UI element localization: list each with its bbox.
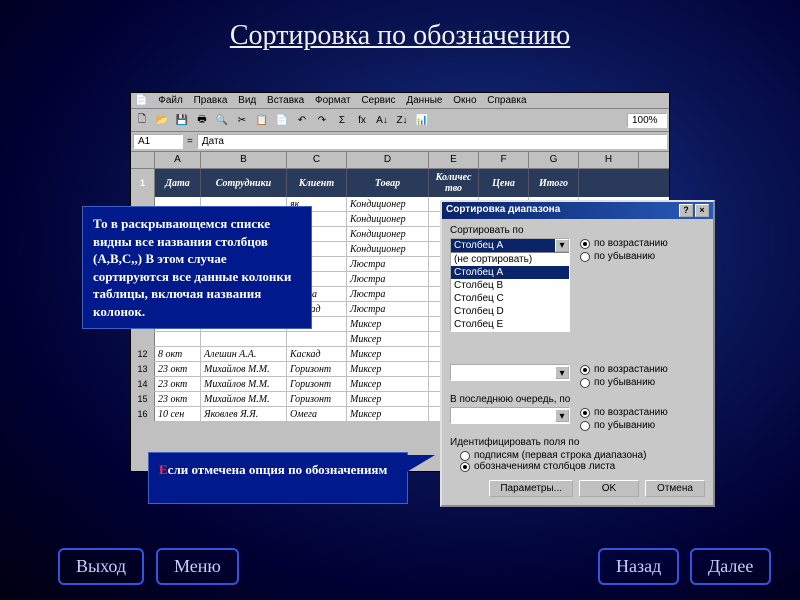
- table-header: Клиент: [287, 169, 347, 197]
- combo-option[interactable]: (не сортировать): [451, 253, 569, 266]
- sum-icon[interactable]: Σ: [333, 111, 351, 129]
- close-icon[interactable]: ×: [695, 204, 709, 217]
- chart-icon[interactable]: 📊: [413, 111, 431, 129]
- col-header[interactable]: E: [429, 152, 479, 168]
- cut-icon[interactable]: ✂: [233, 111, 251, 129]
- combo-option[interactable]: Столбец B: [451, 279, 569, 292]
- sort-by-label: Сортировать по: [450, 225, 705, 236]
- page-title: Сортировка по обозначению: [0, 0, 800, 62]
- zoom-input[interactable]: 100%: [627, 113, 667, 128]
- sort-asc-icon[interactable]: A↓: [373, 111, 391, 129]
- col-header[interactable]: H: [579, 152, 639, 168]
- chevron-down-icon[interactable]: ▾: [555, 366, 569, 379]
- table-header: Сотрудники: [201, 169, 287, 197]
- combo-option[interactable]: Столбец E: [451, 318, 569, 331]
- sort-dialog: Сортировка диапазона ? × Сортировать по …: [440, 200, 715, 507]
- ok-button[interactable]: OK: [579, 480, 639, 497]
- callout-option: Если отмечена опция по обозначениям: [148, 452, 408, 504]
- column-headers: ABCDEFGH: [131, 152, 669, 169]
- fx-icon[interactable]: fx: [353, 111, 371, 129]
- menubar[interactable]: 📄 Файл Правка Вид Вставка Формат Сервис …: [131, 93, 669, 109]
- sort1-desc[interactable]: по убыванию: [580, 251, 668, 262]
- col-header[interactable]: F: [479, 152, 529, 168]
- then-by-combo[interactable]: ▾: [450, 364, 570, 381]
- sort3-asc[interactable]: по возрастанию: [580, 407, 668, 418]
- preview-icon[interactable]: 🔍: [213, 111, 231, 129]
- table-header: Дата: [155, 169, 201, 197]
- paste-icon[interactable]: 📄: [273, 111, 291, 129]
- print-icon[interactable]: 🖶: [193, 111, 211, 129]
- toolbar[interactable]: 🗋 📂 💾 🖶 🔍 ✂ 📋 📄 ↶ ↷ Σ fx A↓ Z↓ 📊 100%: [131, 109, 669, 132]
- combo-option[interactable]: Столбец D: [451, 305, 569, 318]
- col-header[interactable]: G: [529, 152, 579, 168]
- callout-columns: То в раскрывающемся списке видны все наз…: [82, 206, 312, 329]
- cancel-button[interactable]: Отмена: [645, 480, 705, 497]
- new-icon[interactable]: 🗋: [133, 111, 151, 129]
- dialog-titlebar: Сортировка диапазона ? ×: [442, 202, 713, 219]
- identify-label: Идентифицировать поля по: [450, 437, 705, 448]
- sort1-asc[interactable]: по возрастанию: [580, 238, 668, 249]
- sort-by-combo[interactable]: Столбец A▾ (не сортировать)Столбец AСтол…: [450, 238, 570, 332]
- params-button[interactable]: Параметры...: [489, 480, 573, 497]
- next-button[interactable]: Далее: [690, 548, 771, 585]
- last-by-label: В последнюю очередь, по: [450, 394, 705, 405]
- chevron-down-icon[interactable]: ▾: [555, 409, 569, 422]
- table-header-row: 1 ДатаСотрудникиКлиентТоварКоличес твоЦе…: [131, 169, 669, 197]
- table-header: Количес тво: [429, 169, 479, 197]
- sort2-asc[interactable]: по возрастанию: [580, 364, 668, 375]
- table-header: Цена: [479, 169, 529, 197]
- identify-captions[interactable]: подписям (первая строка диапазона): [460, 450, 705, 461]
- undo-icon[interactable]: ↶: [293, 111, 311, 129]
- back-button[interactable]: Назад: [598, 548, 679, 585]
- menu-button[interactable]: Меню: [156, 548, 239, 585]
- col-header[interactable]: B: [201, 152, 287, 168]
- combo-option[interactable]: Столбец C: [451, 292, 569, 305]
- last-by-combo[interactable]: ▾: [450, 407, 570, 424]
- formula-input[interactable]: Дата: [197, 134, 667, 149]
- open-icon[interactable]: 📂: [153, 111, 171, 129]
- save-icon[interactable]: 💾: [173, 111, 191, 129]
- table-header: Итого: [529, 169, 579, 197]
- redo-icon[interactable]: ↷: [313, 111, 331, 129]
- copy-icon[interactable]: 📋: [253, 111, 271, 129]
- sort2-desc[interactable]: по убыванию: [580, 377, 668, 388]
- sort-desc-icon[interactable]: Z↓: [393, 111, 411, 129]
- help-icon[interactable]: ?: [679, 204, 693, 217]
- identify-designations[interactable]: обозначениям столбцов листа: [460, 461, 705, 472]
- col-header[interactable]: A: [155, 152, 201, 168]
- exit-button[interactable]: Выход: [58, 548, 144, 585]
- formula-bar: A1 = Дата: [131, 132, 669, 152]
- sort3-desc[interactable]: по убыванию: [580, 420, 668, 431]
- col-header[interactable]: D: [347, 152, 429, 168]
- table-header: Товар: [347, 169, 429, 197]
- combo-option[interactable]: Столбец A: [451, 266, 569, 279]
- cell-reference[interactable]: A1: [133, 134, 183, 149]
- chevron-down-icon[interactable]: ▾: [555, 239, 569, 252]
- col-header[interactable]: C: [287, 152, 347, 168]
